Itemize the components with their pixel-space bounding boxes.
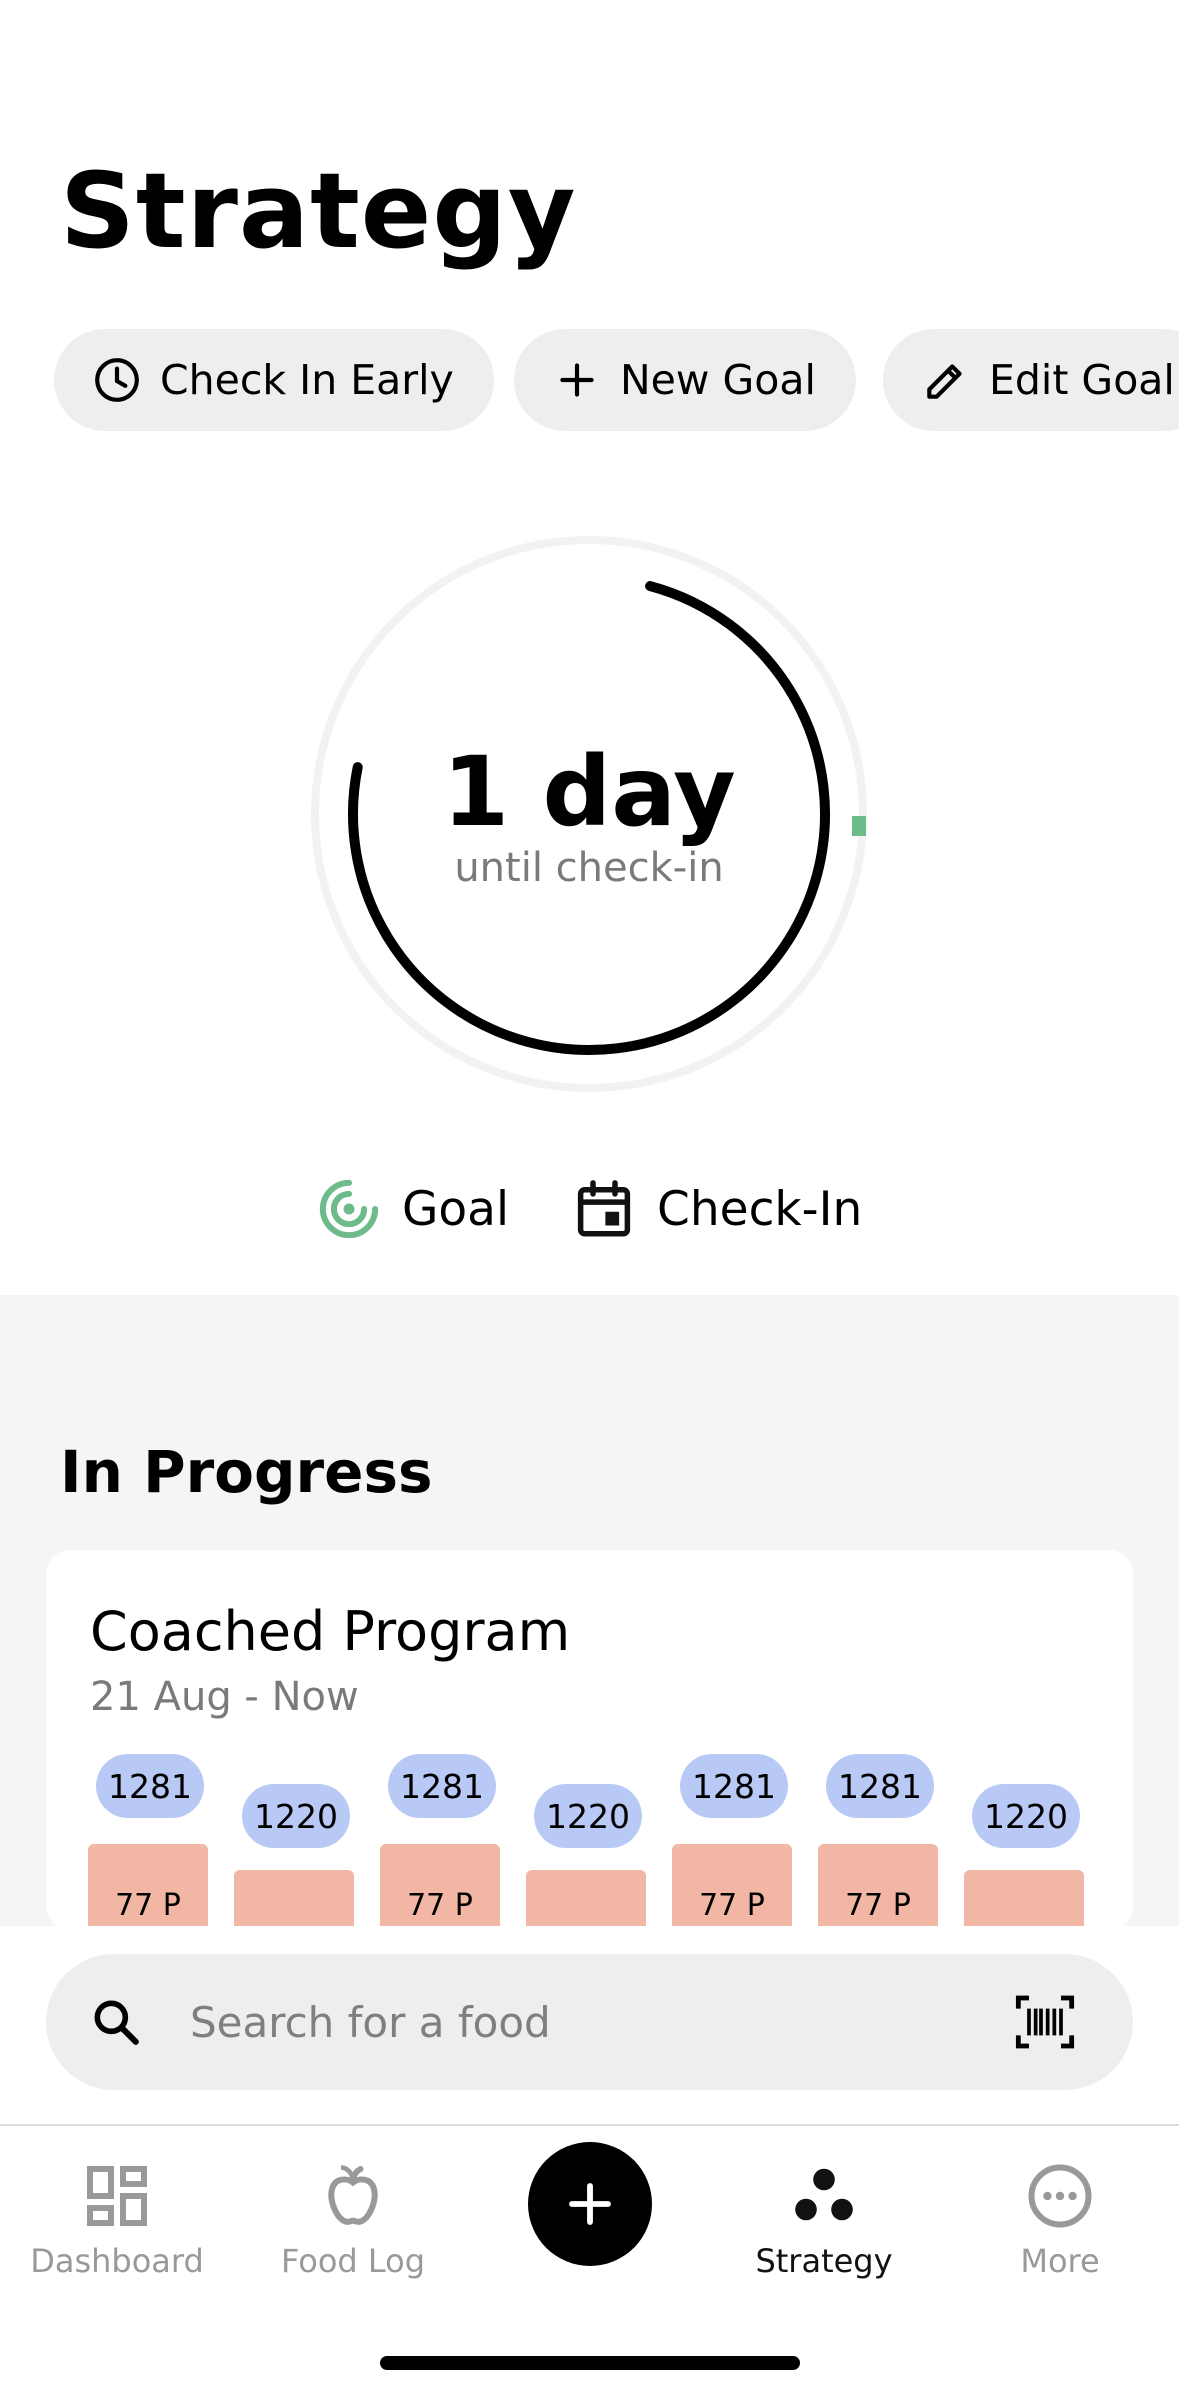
countdown-caption: until check-in	[454, 845, 724, 891]
search-placeholder: Search for a food	[190, 1997, 551, 2047]
plus-icon	[569, 2183, 611, 2225]
food-search-bar[interactable]: Search for a food	[46, 1954, 1133, 2090]
nav-strategy-label: Strategy	[755, 2242, 893, 2280]
new-goal-button[interactable]: New Goal	[514, 329, 856, 431]
check-in-early-label: Check In Early	[160, 356, 454, 404]
calendar-icon	[577, 1180, 631, 1237]
calorie-pill: 1281	[388, 1754, 496, 1818]
search-icon	[94, 2000, 139, 2045]
barcode-icon[interactable]	[1013, 1990, 1077, 2054]
plus-icon	[560, 363, 594, 397]
edit-goal-label: Edit Goal	[989, 356, 1175, 404]
target-icon	[319, 1179, 379, 1239]
calorie-pill: 1281	[826, 1754, 934, 1818]
legend-goal: Goal	[316, 1176, 509, 1242]
protein-bar: 77 P	[380, 1844, 500, 1930]
legend-check-in: Check-In	[571, 1176, 862, 1242]
clock-icon	[95, 358, 139, 402]
protein-bar: 77 P	[88, 1844, 208, 1930]
pencil-icon	[927, 364, 962, 399]
protein-bar	[234, 1870, 354, 1930]
protein-bar: 77 P	[818, 1844, 938, 1930]
nav-more[interactable]: More	[950, 2130, 1170, 2280]
protein-bar	[964, 1870, 1084, 1930]
countdown-value: 1 day	[442, 736, 736, 848]
program-title: Coached Program	[90, 1600, 571, 1663]
new-goal-label: New Goal	[620, 356, 816, 404]
bottom-nav: Dashboard Food Log Strategy More	[0, 2130, 1179, 2280]
protein-bar: 77 P	[672, 1844, 792, 1930]
calorie-pill: 1220	[534, 1784, 642, 1848]
nav-divider	[0, 2124, 1179, 2126]
nav-strategy[interactable]: Strategy	[714, 2130, 934, 2280]
nav-dashboard-label: Dashboard	[30, 2242, 204, 2280]
nav-food-log-label: Food Log	[280, 2242, 426, 2280]
check-in-countdown-ring: 1 day until check-in	[309, 534, 869, 1094]
calorie-pill: 1220	[242, 1784, 350, 1848]
nav-more-label: More	[1020, 2242, 1100, 2280]
nav-dashboard[interactable]: Dashboard	[7, 2130, 227, 2280]
more-icon	[1028, 2164, 1092, 2228]
nav-food-log[interactable]: Food Log	[243, 2130, 463, 2280]
legend-goal-label: Goal	[402, 1181, 510, 1237]
calorie-pill: 1281	[96, 1754, 204, 1818]
edit-goal-button[interactable]: Edit Goal	[883, 329, 1179, 431]
ring-legend: Goal Check-In	[316, 1176, 862, 1242]
apple-icon	[328, 2165, 378, 2225]
strategy-icon	[795, 2168, 853, 2221]
protein-bar	[526, 1870, 646, 1930]
calorie-pill: 1220	[972, 1784, 1080, 1848]
program-date-range: 21 Aug - Now	[90, 1674, 359, 1720]
home-indicator	[380, 2356, 800, 2370]
calorie-pill: 1281	[680, 1754, 788, 1818]
action-chips: Check In Early New Goal Edit Goal	[54, 329, 1179, 431]
program-card[interactable]: Coached Program 21 Aug - Now 1281 77 P 122…	[46, 1550, 1133, 1930]
page-title: Strategy	[60, 150, 577, 272]
add-button[interactable]	[528, 2142, 652, 2266]
in-progress-heading: In Progress	[60, 1438, 433, 1506]
check-in-early-button[interactable]: Check In Early	[54, 329, 494, 431]
dashboard-icon	[87, 2166, 147, 2226]
legend-check-in-label: Check-In	[657, 1181, 863, 1237]
